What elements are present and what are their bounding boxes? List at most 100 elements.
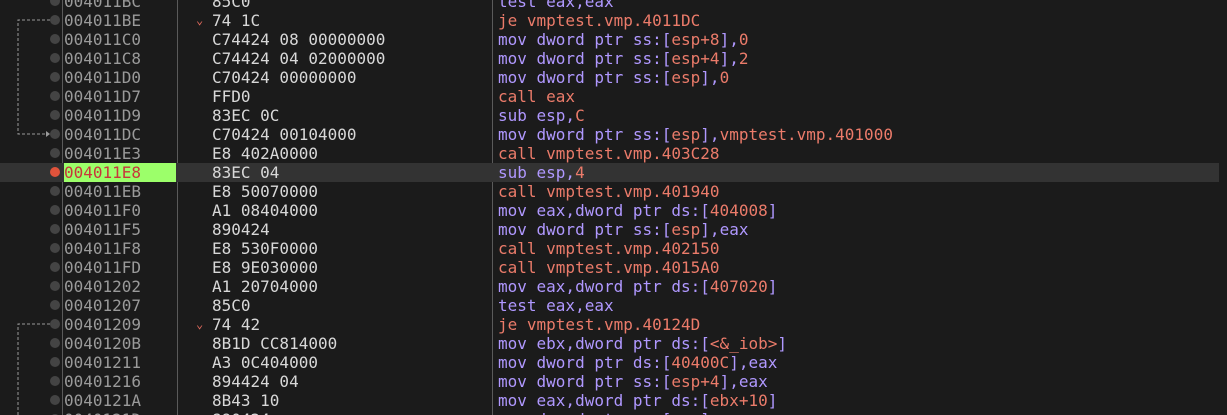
instruction-disassembly: sub esp,C: [498, 106, 585, 125]
asm-token: ]: [767, 277, 778, 296]
instruction-disassembly: call vmptest.vmp.403C28: [498, 144, 720, 163]
breakpoint-toggle-icon[interactable]: [50, 186, 60, 196]
instruction-address[interactable]: 004011E3: [64, 144, 176, 163]
instruction-bytes: E8 9E030000: [212, 258, 318, 277]
instruction-row[interactable]: 00401202 A1 20704000 mov eax,dword ptr ds:…: [0, 277, 1227, 296]
asm-token: 2: [738, 49, 749, 68]
instruction-bytes: A3 0C404000: [212, 353, 318, 372]
breakpoint-active-icon[interactable]: [50, 167, 60, 177]
asm-token: mov dword ptr ss:[: [498, 372, 672, 391]
instruction-row[interactable]: 004011DC C70424 00104000 mov dword ptr ss:…: [0, 125, 1227, 144]
instruction-disassembly: mov ebx,dword ptr ds:[<&_iob>]: [498, 334, 787, 353]
breakpoint-toggle-icon[interactable]: [50, 338, 60, 348]
instruction-disassembly: mov eax,dword ptr ds:[ebx+10]: [498, 391, 777, 410]
breakpoint-toggle-icon[interactable]: [50, 72, 60, 82]
instruction-address[interactable]: 004011F0: [64, 201, 176, 220]
instruction-row[interactable]: 004011EB E8 50070000 call vmptest.vmp.4019…: [0, 182, 1227, 201]
instruction-address[interactable]: 0040121D: [64, 410, 176, 415]
instruction-disassembly: mov dword ptr ss:[esp],eax: [498, 220, 748, 239]
instruction-bytes: C74424 08 00000000: [212, 30, 386, 49]
instruction-row[interactable]: 004011F5 890424 mov dword ptr ss:[esp],eax: [0, 220, 1227, 239]
breakpoint-toggle-icon[interactable]: [50, 319, 60, 329]
breakpoint-toggle-icon[interactable]: [50, 53, 60, 63]
instruction-address[interactable]: 004011F8: [64, 239, 176, 258]
instruction-address[interactable]: 0040121A: [64, 391, 176, 410]
instruction-disassembly: mov eax,dword ptr ds:[404008]: [498, 201, 777, 220]
instruction-address[interactable]: 00401209: [64, 315, 176, 334]
scrollbar[interactable]: [1219, 0, 1227, 415]
instruction-row[interactable]: 004011E8 83EC 04 sub esp,4: [0, 163, 1227, 182]
disassembly-view[interactable]: 004011BC 85C0 test eax,eax 004011BE ⌄ 74 1C je…: [0, 0, 1227, 415]
asm-token: 404008: [709, 201, 768, 220]
instruction-address[interactable]: 004011C0: [64, 30, 176, 49]
instruction-bytes: 85C0: [212, 296, 251, 315]
instruction-address[interactable]: 0040120B: [64, 334, 176, 353]
breakpoint-toggle-icon[interactable]: [50, 15, 60, 25]
breakpoint-toggle-icon[interactable]: [50, 357, 60, 367]
instruction-bytes: A1 08404000: [212, 201, 318, 220]
asm-token: mov ebx,dword ptr ds:[: [498, 334, 710, 353]
asm-token: mov dword ptr ss:[: [498, 410, 671, 415]
instruction-row[interactable]: 00401207 85C0 test eax,eax: [0, 296, 1227, 315]
breakpoint-toggle-icon[interactable]: [50, 224, 60, 234]
breakpoint-toggle-icon[interactable]: [50, 395, 60, 405]
instruction-bytes: A1 20704000: [212, 277, 318, 296]
asm-token: call eax: [498, 87, 576, 106]
asm-token: mov dword ptr ss:[: [498, 220, 672, 239]
instruction-address[interactable]: 004011E8: [64, 163, 176, 182]
asm-token: ]: [777, 334, 787, 353]
breakpoint-toggle-icon[interactable]: [50, 243, 60, 253]
instruction-row[interactable]: 004011F8 E8 530F0000 call vmptest.vmp.4021…: [0, 239, 1227, 258]
breakpoint-toggle-icon[interactable]: [50, 129, 60, 139]
instruction-row[interactable]: 0040120B 8B1D CC814000 mov ebx,dword ptr d…: [0, 334, 1227, 353]
breakpoint-toggle-icon[interactable]: [50, 91, 60, 101]
asm-token: ]: [767, 391, 778, 410]
instruction-address[interactable]: 004011DC: [64, 125, 176, 144]
asm-token: C: [575, 106, 585, 125]
instruction-row[interactable]: 004011E3 E8 402A0000 call vmptest.vmp.403C…: [0, 144, 1227, 163]
asm-token: ],: [719, 49, 739, 68]
instruction-address[interactable]: 004011EB: [64, 182, 176, 201]
instruction-row[interactable]: 004011BE ⌄ 74 1C je vmptest.vmp.4011DC: [0, 11, 1227, 30]
instruction-row[interactable]: 0040121D 890424 mov dword ptr ss:[esp],eax: [0, 410, 1227, 415]
asm-token: esp+4: [671, 49, 720, 68]
instruction-address[interactable]: 004011BE: [64, 11, 176, 30]
instruction-disassembly: call vmptest.vmp.4015A0: [498, 258, 720, 277]
breakpoint-toggle-icon[interactable]: [50, 205, 60, 215]
instruction-address[interactable]: 004011D0: [64, 68, 176, 87]
breakpoint-toggle-icon[interactable]: [50, 148, 60, 158]
breakpoint-toggle-icon[interactable]: [50, 110, 60, 120]
instruction-row[interactable]: 00401211 A3 0C404000 mov dword ptr ds:[404…: [0, 353, 1227, 372]
instruction-address[interactable]: 004011C8: [64, 49, 176, 68]
instruction-address[interactable]: 004011F5: [64, 220, 176, 239]
instruction-row[interactable]: 004011D0 C70424 00000000 mov dword ptr ss:…: [0, 68, 1227, 87]
breakpoint-toggle-icon[interactable]: [50, 262, 60, 272]
instruction-address[interactable]: 004011FD: [64, 258, 176, 277]
asm-token: sub esp,: [498, 106, 576, 125]
asm-token: ],eax: [729, 353, 778, 372]
instruction-address[interactable]: 004011D9: [64, 106, 176, 125]
instruction-disassembly: mov dword ptr ss:[esp+4],eax: [498, 372, 768, 391]
instruction-address[interactable]: 00401216: [64, 372, 176, 391]
breakpoint-toggle-icon[interactable]: [50, 300, 60, 310]
instruction-address[interactable]: 004011D7: [64, 87, 176, 106]
instruction-address[interactable]: 00401207: [64, 296, 176, 315]
breakpoint-toggle-icon[interactable]: [50, 0, 60, 6]
instruction-address[interactable]: 00401202: [64, 277, 176, 296]
instruction-address[interactable]: 00401211: [64, 353, 176, 372]
instruction-row[interactable]: 004011D7 FFD0 call eax: [0, 87, 1227, 106]
instruction-address[interactable]: 004011BC: [64, 0, 176, 11]
instruction-row[interactable]: 004011C0 C74424 08 00000000 mov dword ptr …: [0, 30, 1227, 49]
breakpoint-toggle-icon[interactable]: [50, 34, 60, 44]
instruction-bytes: 8B43 10: [212, 391, 280, 410]
instruction-row[interactable]: 004011F0 A1 08404000 mov eax,dword ptr ds:…: [0, 201, 1227, 220]
instruction-row[interactable]: 004011BC 85C0 test eax,eax: [0, 0, 1227, 11]
instruction-row[interactable]: 004011D9 83EC 0C sub esp,C: [0, 106, 1227, 125]
breakpoint-toggle-icon[interactable]: [50, 376, 60, 386]
instruction-row[interactable]: 004011FD E8 9E030000 call vmptest.vmp.4015…: [0, 258, 1227, 277]
instruction-row[interactable]: 00401216 894424 04 mov dword ptr ss:[esp+4…: [0, 372, 1227, 391]
instruction-row[interactable]: 0040121A 8B43 10 mov eax,dword ptr ds:[ebx…: [0, 391, 1227, 410]
instruction-row[interactable]: 004011C8 C74424 04 02000000 mov dword ptr …: [0, 49, 1227, 68]
instruction-row[interactable]: 00401209 ⌄ 74 42 je vmptest.vmp.40124D: [0, 315, 1227, 334]
breakpoint-toggle-icon[interactable]: [50, 281, 60, 291]
